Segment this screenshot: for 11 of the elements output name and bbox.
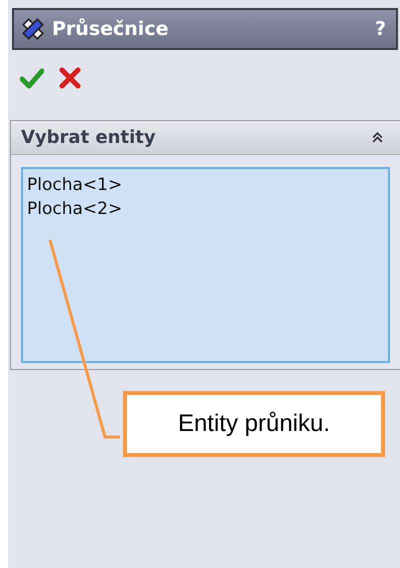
list-item[interactable]: Plocha<1> <box>27 173 122 197</box>
panel-title: Průsečnice <box>52 18 170 40</box>
help-button[interactable]: ? <box>374 18 386 40</box>
cancel-cross-icon[interactable] <box>58 66 82 90</box>
callout-label: Entity průniku. <box>123 391 385 457</box>
ok-check-icon[interactable] <box>20 66 44 90</box>
selection-list[interactable]: Plocha<1> Plocha<2> <box>21 167 390 363</box>
list-item[interactable]: Plocha<2> <box>27 197 122 221</box>
intersection-icon <box>20 16 46 42</box>
collapse-chevron-icon[interactable] <box>371 131 384 144</box>
group-title: Vybrat entity <box>21 127 157 148</box>
